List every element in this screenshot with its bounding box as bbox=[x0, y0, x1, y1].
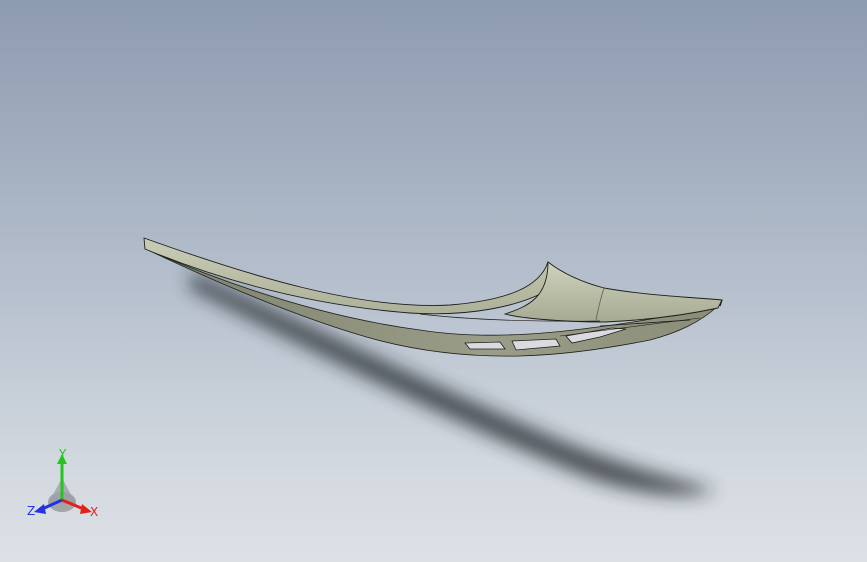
orientation-triad[interactable]: Y X Z bbox=[24, 446, 108, 526]
model-cutout bbox=[464, 341, 506, 350]
z-axis-label: Z bbox=[27, 504, 35, 518]
model-scene[interactable] bbox=[0, 0, 867, 562]
x-axis-label: X bbox=[90, 505, 98, 519]
z-axis-arrow-icon bbox=[34, 504, 46, 514]
graphics-viewport[interactable]: Y X Z bbox=[0, 0, 867, 562]
y-axis-label: Y bbox=[58, 447, 67, 461]
